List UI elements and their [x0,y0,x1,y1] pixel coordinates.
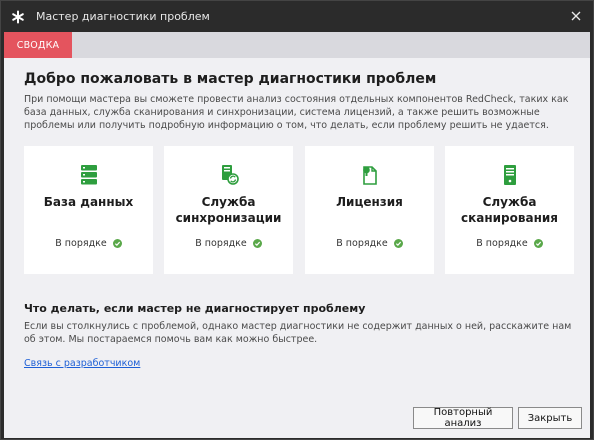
window-close-button[interactable] [565,6,587,26]
sync-service-icon [221,165,239,185]
check-circle-icon [393,239,403,248]
dialog-footer: Повторный анализ Закрыть [4,395,590,437]
card-title: Лицензия [336,195,403,209]
card-title: База данных [43,195,134,209]
tab-bar: СВОДКА [4,32,590,58]
license-icon [362,166,377,185]
diagnostics-window: Мастер диагностики проблем СВОДКА Добро … [0,0,594,440]
database-icon [80,165,97,185]
status-ok: В порядке [24,238,153,249]
title-bar: Мастер диагностики проблем [1,1,593,32]
page-title: Добро пожаловать в мастер диагностики пр… [24,71,437,87]
check-circle-icon [252,239,262,248]
contact-developer-link[interactable]: Связь с разработчиком [24,358,140,369]
help-text: Если вы столкнулись с проблемой, однако … [24,321,572,345]
check-circle-icon [112,239,122,248]
summary-panel: Добро пожаловать в мастер диагностики пр… [4,58,590,438]
check-circle-icon [533,239,543,248]
card-scan-service[interactable]: Служба сканирования В порядке [445,146,574,274]
card-sync-service[interactable]: Служба синхронизации В порядке [164,146,293,274]
component-cards: База данных В порядке Служба синхронизац… [24,146,574,274]
status-ok: В порядке [164,238,293,249]
card-license[interactable]: Лицензия В порядке [305,146,434,274]
close-icon [571,11,581,21]
window-title: Мастер диагностики проблем [36,10,210,23]
help-heading: Что делать, если мастер не диагностирует… [24,302,366,315]
card-title: Служба сканирования [461,195,558,225]
tab-summary[interactable]: СВОДКА [4,32,72,58]
server-icon [503,165,516,185]
close-button[interactable]: Закрыть [518,407,582,429]
reanalyze-button[interactable]: Повторный анализ [413,407,513,429]
intro-text: При помощи мастера вы сможете провести а… [24,94,569,131]
app-logo-icon [10,9,26,25]
status-ok: В порядке [445,238,574,249]
card-database[interactable]: База данных В порядке [24,146,153,274]
card-title: Служба синхронизации [175,195,282,225]
status-ok: В порядке [305,238,434,249]
